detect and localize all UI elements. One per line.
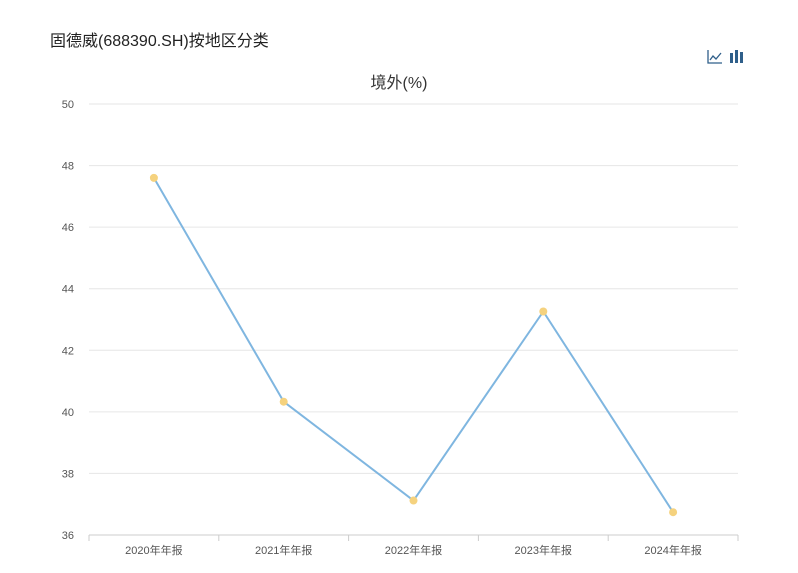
x-tick-label: 2022年年报 — [385, 543, 442, 557]
chart-title: 境外(%) — [371, 73, 428, 92]
y-tick-label: 42 — [62, 345, 74, 357]
y-tick-label: 40 — [62, 407, 74, 419]
data-point[interactable] — [409, 496, 418, 505]
x-tick-label: 2023年年报 — [515, 543, 572, 557]
y-tick-label: 46 — [62, 222, 74, 234]
data-point[interactable] — [149, 173, 158, 182]
x-tick-label: 2021年年报 — [255, 543, 312, 557]
axes: 36 38 40 42 44 46 48 50 2020年年报 2021年年报 2022年年报 202… — [62, 99, 739, 557]
x-tick-label: 2020年年报 — [125, 543, 182, 557]
line-chart: 境外(%) 36 38 40 42 44 46 48 50 2020年年报 2021年年报 2022… — [62, 73, 739, 557]
grid-lines — [89, 103, 738, 536]
y-tick-label: 44 — [62, 284, 74, 296]
data-point[interactable] — [539, 307, 548, 316]
y-tick-label: 36 — [62, 530, 74, 542]
series-line — [153, 177, 674, 513]
x-tick-label: 2024年年报 — [644, 543, 701, 557]
y-tick-label: 48 — [62, 161, 74, 173]
data-point[interactable] — [279, 397, 288, 406]
y-tick-label: 50 — [62, 99, 74, 111]
series-layer — [149, 173, 678, 517]
y-tick-label: 38 — [62, 468, 74, 480]
data-point[interactable] — [669, 508, 678, 517]
